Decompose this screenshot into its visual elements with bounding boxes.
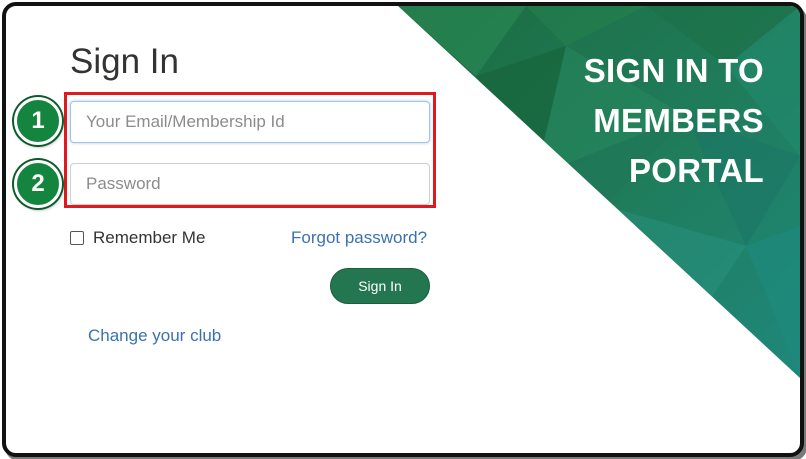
step-badge-2: 2	[14, 160, 62, 208]
password-field[interactable]	[70, 163, 430, 205]
change-club-link[interactable]: Change your club	[88, 326, 221, 346]
page-title: Sign In	[70, 42, 179, 81]
forgot-password-link[interactable]: Forgot password?	[291, 228, 427, 248]
remember-me-checkbox[interactable]	[70, 231, 84, 245]
banner-line: PORTAL	[628, 152, 764, 189]
sign-in-button[interactable]: Sign In	[330, 268, 430, 304]
remember-me-label: Remember Me	[93, 228, 206, 247]
banner-line: MEMBERS	[593, 102, 764, 139]
remember-me-option[interactable]: Remember Me	[70, 228, 205, 248]
banner-line: SIGN IN TO	[583, 52, 764, 89]
screenshot-frame: SIGN IN TO MEMBERS PORTAL Sign In 1 2 Re…	[2, 2, 804, 457]
banner-heading: SIGN IN TO MEMBERS PORTAL	[584, 46, 764, 196]
email-field[interactable]	[70, 101, 430, 143]
step-badge-1: 1	[14, 97, 62, 145]
